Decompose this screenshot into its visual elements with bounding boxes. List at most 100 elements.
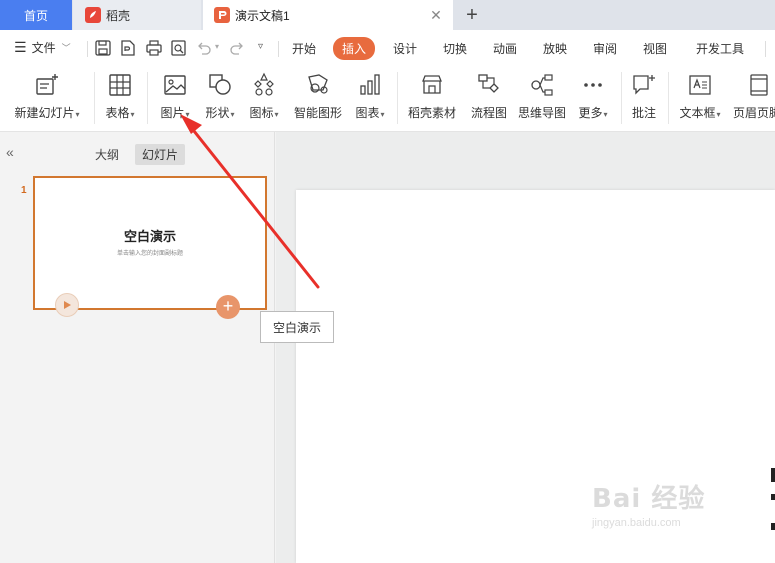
- tab-home-label: 首页: [23, 8, 48, 23]
- caret-down-icon: ▾: [274, 110, 279, 119]
- chart-button[interactable]: 图表▾: [352, 70, 388, 126]
- mindmap-button[interactable]: 思维导图: [516, 70, 568, 126]
- flowchart-label: 流程图: [470, 106, 507, 120]
- print-icon[interactable]: [145, 39, 163, 57]
- new-slide-label: 新建幻灯片: [14, 106, 75, 120]
- ribbon-divider: [668, 72, 669, 124]
- smart-graphic-icon: [308, 74, 328, 94]
- chart-icon: [360, 74, 380, 95]
- more-label: 更多: [578, 106, 603, 120]
- tab-start[interactable]: 开始: [292, 40, 316, 57]
- tab-slideshow[interactable]: 放映: [543, 40, 567, 57]
- tab-slides[interactable]: 幻灯片: [135, 144, 186, 165]
- undo-dropdown-icon[interactable]: ▾: [215, 42, 219, 51]
- tab-developer[interactable]: 开发工具: [696, 40, 744, 57]
- daoke-material-button[interactable]: 稻壳素材: [405, 70, 459, 126]
- daoke-material-label: 稻壳素材: [407, 106, 456, 120]
- comment-button[interactable]: 批注: [628, 70, 660, 126]
- ribbon-divider: [397, 72, 398, 124]
- tab-daoke-label: 稻壳: [106, 8, 131, 23]
- icons-library-icon: [254, 72, 274, 96]
- tab-review[interactable]: 审阅: [593, 40, 617, 57]
- table-button[interactable]: 表格▾: [101, 70, 139, 126]
- slide-number: 1: [21, 185, 27, 196]
- presentation-logo-icon: [214, 7, 230, 23]
- redo-icon[interactable]: [228, 39, 246, 57]
- ribbon-toolbar: 新建幻灯片▾ 表格▾ 图片▾ 形状▾ 图标▾ 智能图形 图表▾ 稻壳素材 流程图…: [0, 66, 775, 132]
- header-footer-label: 页眉页脚: [733, 106, 775, 120]
- watermark-url: jingyan.baidu.com: [592, 517, 681, 529]
- undo-icon[interactable]: [195, 39, 213, 57]
- tab-outline[interactable]: 大纲: [88, 144, 126, 165]
- mindmap-icon: [531, 74, 553, 96]
- table-label: 表格: [105, 106, 130, 120]
- play-icon[interactable]: [55, 293, 79, 317]
- icon-label: 图标: [249, 106, 274, 120]
- close-icon[interactable]: ✕: [429, 8, 443, 22]
- app-window: 首页 稻壳 演示文稿1 ✕ + ☰ 文件 ﹀ ▾ ▿ 开始 插入 设计 切换 动…: [0, 0, 775, 563]
- hamburger-icon: ☰: [14, 39, 27, 55]
- quick-access-more-icon[interactable]: ▿: [258, 41, 263, 52]
- caret-down-icon: ▾: [716, 110, 721, 119]
- textbox-label: 文本框: [679, 106, 716, 120]
- slide-panel: « 大纲 幻灯片 1 空白演示 单击输入您的封面副标题 +: [0, 132, 275, 563]
- collapse-panel-icon[interactable]: «: [6, 144, 14, 160]
- thumbnail-subtitle: 单击输入您的封面副标题: [116, 251, 183, 257]
- save-icon[interactable]: [94, 39, 112, 57]
- edge-handles: [771, 468, 775, 530]
- thumbnail-title: 空白演示: [123, 229, 176, 244]
- tab-view[interactable]: 视图: [643, 40, 667, 57]
- new-slide-button[interactable]: 新建幻灯片▾: [11, 70, 83, 126]
- tab-bar: 首页 稻壳 演示文稿1 ✕ +: [0, 0, 775, 30]
- menu-bar: ☰ 文件 ﹀ ▾ ▿ 开始 插入 设计 切换 动画 放映 审阅 视图 开发工具: [0, 30, 775, 66]
- tooltip: 空白演示: [260, 311, 334, 343]
- menu-divider: [278, 41, 279, 57]
- tab-insert[interactable]: 插入: [333, 37, 376, 60]
- flowchart-button[interactable]: 流程图: [468, 70, 510, 126]
- ribbon-divider: [94, 72, 95, 124]
- slide-thumbnail[interactable]: 空白演示 单击输入您的封面副标题: [33, 176, 267, 310]
- chart-label: 图表: [355, 106, 380, 120]
- chevron-down-icon: ﹀: [61, 43, 71, 53]
- textbox-button[interactable]: 文本框▾: [676, 70, 724, 126]
- add-tab-icon[interactable]: +: [461, 4, 483, 26]
- smart-graphic-button[interactable]: 智能图形: [292, 70, 344, 126]
- shape-icon: [209, 74, 231, 95]
- print-preview-icon[interactable]: [170, 39, 188, 57]
- tab-document[interactable]: 演示文稿1 ✕: [203, 0, 453, 30]
- mindmap-label: 思维导图: [517, 106, 566, 120]
- add-slide-icon[interactable]: +: [216, 295, 240, 319]
- table-icon: [109, 74, 131, 96]
- caret-down-icon: ▾: [603, 110, 608, 119]
- shape-button[interactable]: 形状▾: [202, 70, 238, 126]
- caret-down-icon: ▾: [185, 110, 190, 119]
- new-slide-icon: [36, 74, 58, 95]
- menu-divider: [765, 41, 766, 57]
- caret-down-icon: ▾: [130, 110, 135, 119]
- menu-divider: [87, 41, 88, 57]
- material-store-icon: [422, 75, 442, 94]
- icon-button[interactable]: 图标▾: [246, 70, 282, 126]
- tab-home[interactable]: 首页: [0, 0, 72, 30]
- tab-animation[interactable]: 动画: [493, 40, 517, 57]
- caret-down-icon: ▾: [230, 110, 235, 119]
- more-button[interactable]: 更多▾: [575, 70, 611, 126]
- picture-button[interactable]: 图片▾: [156, 70, 194, 126]
- header-footer-icon: [750, 74, 768, 96]
- tab-design[interactable]: 设计: [393, 40, 417, 57]
- picture-label: 图片: [160, 106, 185, 120]
- smart-graphic-label: 智能图形: [293, 106, 342, 120]
- file-menu[interactable]: ☰ 文件 ﹀: [14, 39, 71, 56]
- caret-down-icon: ▾: [380, 110, 385, 119]
- header-footer-button[interactable]: 页眉页脚: [733, 70, 775, 126]
- flowchart-icon: [478, 74, 499, 93]
- more-dots-icon: [584, 83, 602, 87]
- tab-transition[interactable]: 切换: [443, 40, 467, 57]
- export-pdf-icon[interactable]: [119, 39, 137, 57]
- ribbon-divider: [147, 72, 148, 124]
- comment-icon: [633, 75, 655, 95]
- tab-daoke[interactable]: 稻壳: [73, 0, 201, 30]
- watermark: Bai 经验 jingyan.baidu.com: [592, 478, 742, 548]
- ribbon-divider: [621, 72, 622, 124]
- caret-down-icon: ▾: [75, 110, 80, 119]
